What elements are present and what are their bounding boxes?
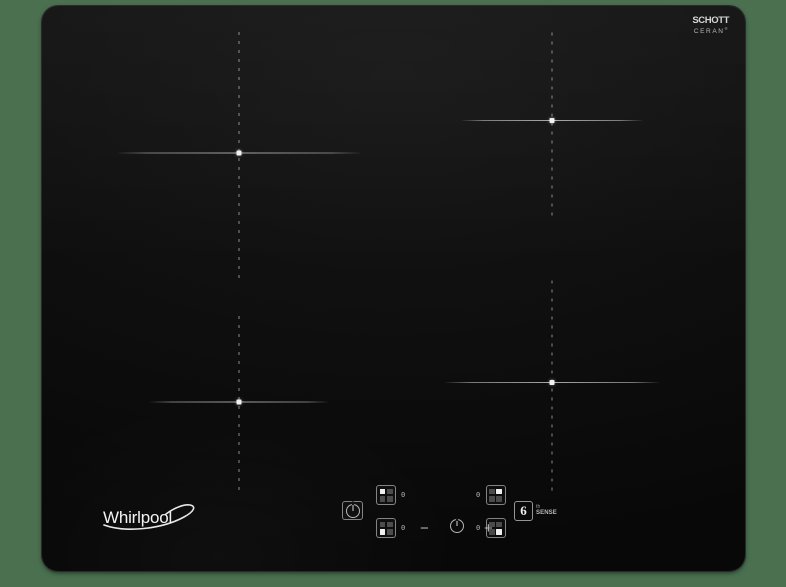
zone-center-dot <box>236 399 242 405</box>
schott-ceran-line1: SCHOTT <box>692 15 729 26</box>
cooking-zone-rear-left <box>150 312 328 496</box>
power-button[interactable] <box>342 501 363 520</box>
zone-horizontal-marker <box>118 152 360 154</box>
zone-horizontal-marker <box>462 119 642 121</box>
zone-display-front-right: 0 <box>476 523 481 532</box>
zone-key-front-left[interactable]: 0 <box>376 518 406 538</box>
zone-dotted-guide <box>238 316 240 496</box>
zone-key-rear-left[interactable]: 0 <box>376 485 406 505</box>
zone-display-front-left: 0 <box>401 523 406 532</box>
sixth-sense-word: SENSE <box>536 510 557 517</box>
zone-display-rear-right: 0 <box>476 490 481 499</box>
zone-display-rear-left: 0 <box>401 490 406 499</box>
induction-hob-surface: SCHOTT CERAN® Whirlpool 0 0 − + 0 0 6 th… <box>42 6 745 571</box>
whirlpool-logo: Whirlpool <box>100 501 220 535</box>
zone-key-rear-right[interactable]: 0 <box>476 485 506 505</box>
control-panel: 0 0 − + 0 0 6 th SENSE <box>332 481 562 545</box>
zone-horizontal-marker <box>150 401 328 403</box>
zone-center-dot <box>549 117 555 123</box>
sixth-sense-icon: 6 <box>514 501 533 521</box>
zone-center-dot <box>549 379 555 385</box>
cooking-zone-rear-right <box>462 28 642 217</box>
zone-grid-icon <box>489 521 503 535</box>
zone-key-outline <box>376 485 396 505</box>
power-icon <box>345 503 360 518</box>
zone-grid-icon <box>489 488 503 502</box>
sixth-sense-button[interactable]: 6 th SENSE <box>514 501 557 521</box>
zone-grid-icon <box>379 521 393 535</box>
zone-key-outline <box>376 518 396 538</box>
zone-dotted-guide <box>551 32 553 217</box>
sixth-sense-superscript: th <box>536 503 541 510</box>
zone-key-front-right[interactable]: 0 <box>476 518 506 538</box>
schott-ceran-logo: SCHOTT CERAN® <box>692 16 729 36</box>
schott-ceran-line2: CERAN® <box>693 26 728 36</box>
sixth-sense-digit: 6 <box>520 503 527 519</box>
zone-center-dot <box>236 150 242 156</box>
product-photo-canvas: SCHOTT CERAN® Whirlpool 0 0 − + 0 0 6 th… <box>0 0 786 587</box>
zone-dotted-guide <box>238 32 240 282</box>
zone-grid-icon <box>379 488 393 502</box>
zone-key-outline <box>485 518 506 538</box>
svg-text:Whirlpool: Whirlpool <box>103 508 172 527</box>
timer-icon <box>450 519 464 533</box>
cooking-zone-front-left <box>118 28 360 282</box>
zone-key-outline <box>485 485 506 505</box>
timer-button[interactable] <box>450 519 464 533</box>
cooking-zone-front-right <box>445 275 659 495</box>
decrease-button[interactable]: − <box>420 521 429 536</box>
zone-horizontal-marker <box>445 381 659 383</box>
sixth-sense-label: th SENSE <box>536 503 557 518</box>
zone-dotted-guide <box>551 280 553 495</box>
